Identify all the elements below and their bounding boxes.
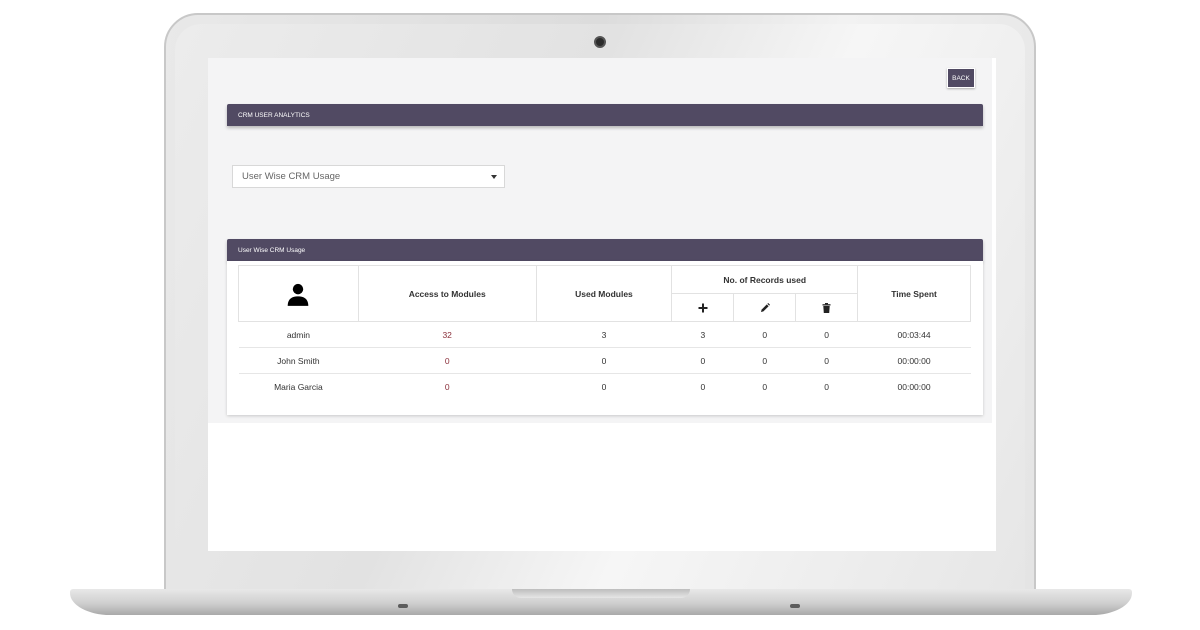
time-spent-cell: 00:00:00: [857, 347, 971, 374]
used-modules-cell: 0: [536, 347, 672, 374]
used-modules-cell: 3: [536, 321, 672, 348]
records-edited-cell: 0: [733, 321, 796, 348]
crm-user-analytics-header: CRM USER ANALYTICS: [227, 104, 983, 126]
used-modules-column-header: Used Modules: [535, 265, 673, 322]
user-icon: [239, 281, 358, 307]
records-added-cell: 0: [700, 381, 706, 392]
records-edited-header: [733, 293, 797, 322]
user-name-cell: admin: [238, 321, 359, 348]
records-deleted-header: [795, 293, 859, 322]
user-wise-usage-title: User Wise CRM Usage: [238, 246, 306, 254]
laptop-foot-left: [398, 604, 408, 608]
table-row: John Smith 0 0 0 0 0 00:00:00: [238, 347, 971, 374]
records-edited-cell: 0: [762, 381, 768, 392]
back-button[interactable]: BACK: [947, 68, 975, 88]
user-name-cell: Maria Garcia: [274, 381, 323, 392]
user-name-cell: John Smith: [238, 347, 359, 374]
time-spent-cell: 00:03:44: [857, 321, 971, 348]
crm-user-analytics-title: CRM USER ANALYTICS: [238, 111, 310, 119]
table-row: Maria Garcia 0 0 0 0 0 00:00:00: [239, 374, 971, 400]
access-count-cell[interactable]: 0: [358, 374, 536, 400]
access-column-header: Access to Modules: [357, 265, 537, 322]
records-deleted-cell: 0: [795, 347, 858, 374]
records-added-cell: 3: [671, 321, 734, 348]
records-added-cell: 0: [671, 347, 734, 374]
usage-table-card: Access to Modules Used Modules No. of Re…: [227, 261, 983, 415]
laptop-base-notch: [512, 589, 690, 598]
trash-icon: [796, 302, 857, 313]
report-type-select[interactable]: User Wise CRM Usage: [232, 165, 505, 188]
time-spent-cell: 00:00:00: [897, 381, 931, 392]
records-deleted-cell: 0: [795, 321, 858, 348]
pencil-icon: [734, 302, 795, 313]
records-added-header: [671, 293, 735, 322]
plus-icon: [672, 303, 733, 313]
usage-table: Access to Modules Used Modules No. of Re…: [238, 265, 971, 400]
used-modules-cell: 0: [601, 381, 607, 392]
webcam-icon: [594, 36, 606, 48]
table-row: admin 32 3 3 0 0 00:03:44: [238, 321, 971, 348]
report-type-selected-value: User Wise CRM Usage: [242, 171, 341, 182]
crm-analytics-app: BACK CRM USER ANALYTICS User Wise CRM Us…: [208, 58, 992, 423]
laptop-screen: BACK CRM USER ANALYTICS User Wise CRM Us…: [208, 58, 996, 551]
records-deleted-cell: 0: [824, 381, 829, 392]
time-spent-column-header: Time Spent: [857, 265, 971, 322]
laptop-foot-right: [790, 604, 800, 608]
user-wise-usage-header: User Wise CRM Usage: [227, 239, 983, 261]
records-edited-cell: 0: [733, 347, 796, 374]
records-column-header: No. of Records used: [671, 265, 859, 294]
access-count-cell[interactable]: 32: [358, 321, 537, 348]
access-count-cell[interactable]: 0: [358, 347, 537, 374]
user-column-header: [238, 265, 359, 322]
caret-down-icon: [491, 175, 497, 179]
